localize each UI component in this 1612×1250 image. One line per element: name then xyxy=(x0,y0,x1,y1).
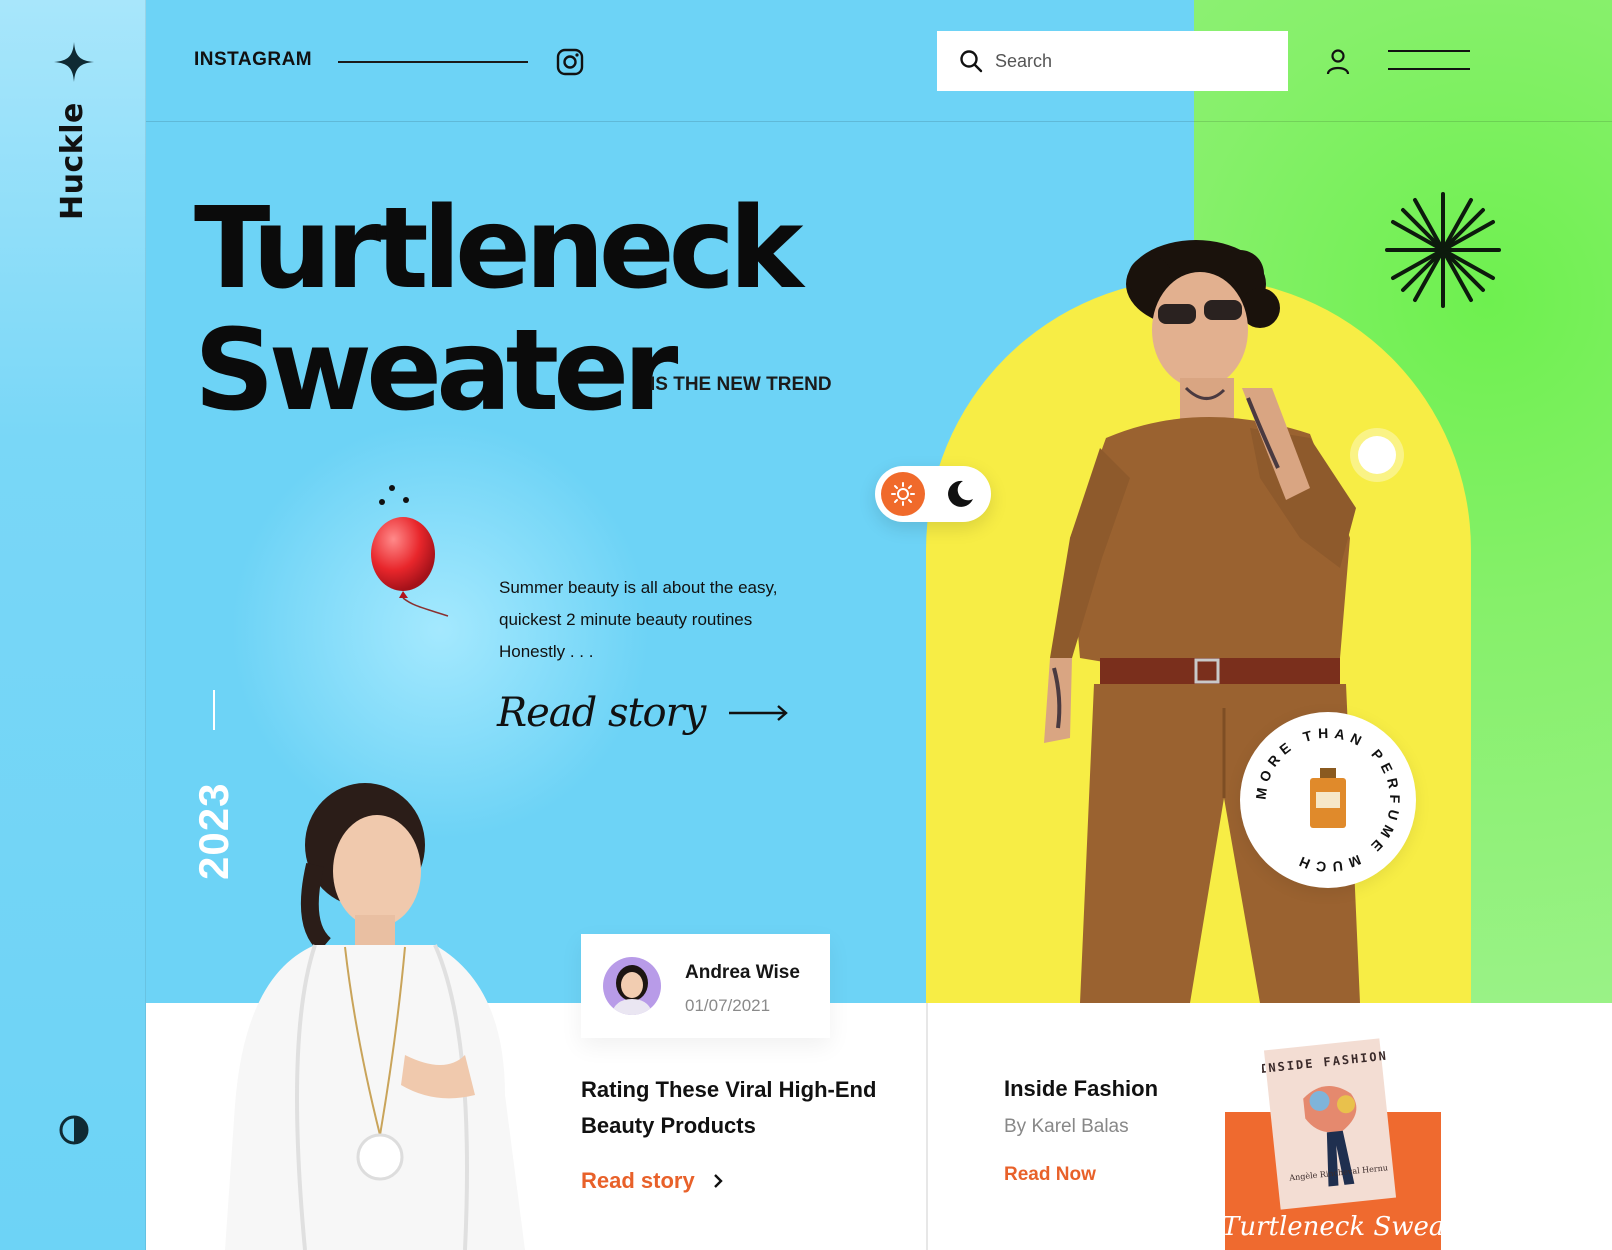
left-rail: Huckle xyxy=(0,0,146,1250)
moon-icon[interactable] xyxy=(945,479,975,509)
hero-subtitle: IS THE NEW TREND xyxy=(650,374,832,395)
arrow-right-icon xyxy=(729,705,789,721)
four-point-star-icon xyxy=(54,42,94,82)
perfume-bottle-icon xyxy=(1310,768,1346,828)
feature-author: By Karel Balas xyxy=(1004,1116,1129,1137)
hero-title-line2: Sweater xyxy=(194,306,678,436)
article-link-label: Read story xyxy=(581,1168,695,1193)
story-excerpt: Summer beauty is all about the easy, qui… xyxy=(499,578,778,661)
model-woman-image xyxy=(225,783,525,1250)
brand-logo[interactable]: Huckle xyxy=(55,100,95,220)
hero-title-line1: Turtleneck xyxy=(194,184,804,314)
article-read-story-link[interactable]: Read story xyxy=(581,1168,723,1194)
feature-title[interactable]: Inside Fashion xyxy=(1004,1076,1158,1102)
balloon-icon xyxy=(371,485,449,617)
user-icon[interactable] xyxy=(1326,48,1350,76)
avatar xyxy=(603,957,661,1015)
article-title[interactable]: Rating These Viral High-End Beauty Produ… xyxy=(581,1072,901,1144)
author-card[interactable]: Andrea Wise 01/07/2021 xyxy=(581,934,830,1038)
chevron-right-icon xyxy=(713,1174,723,1188)
author-date: 01/07/2021 xyxy=(685,996,771,1015)
theme-toggle[interactable] xyxy=(875,466,991,522)
author-name: Andrea Wise xyxy=(685,962,800,983)
search-icon xyxy=(960,50,983,73)
product-hotspot[interactable] xyxy=(1358,436,1396,474)
read-story-label: Read story xyxy=(497,690,706,736)
header-divider xyxy=(146,121,1612,122)
read-now-link[interactable]: Read Now xyxy=(1004,1164,1096,1186)
instagram-icon[interactable] xyxy=(556,48,584,76)
model-man-image xyxy=(1044,240,1360,1003)
instagram-link[interactable]: INSTAGRAM xyxy=(194,49,312,71)
book-cover-image[interactable]: INSIDE FASHION Angèle Rincheval Hernu xyxy=(1262,1036,1398,1212)
read-story-link[interactable]: Read story xyxy=(497,690,789,736)
hamburger-menu-icon[interactable] xyxy=(1388,48,1470,72)
contrast-icon[interactable] xyxy=(58,1114,90,1146)
asterisk-icon xyxy=(1385,192,1501,308)
perfume-badge[interactable]: MORE THAN PERFUME MUCH xyxy=(1240,712,1416,888)
sun-icon[interactable] xyxy=(881,472,925,516)
search-bar[interactable] xyxy=(937,31,1288,91)
search-input[interactable] xyxy=(995,46,1275,76)
instagram-line xyxy=(338,61,528,63)
year-divider xyxy=(213,690,215,730)
book-script-text: Turtleneck Sweater xyxy=(1222,1212,1442,1242)
bottom-divider xyxy=(926,1003,928,1250)
